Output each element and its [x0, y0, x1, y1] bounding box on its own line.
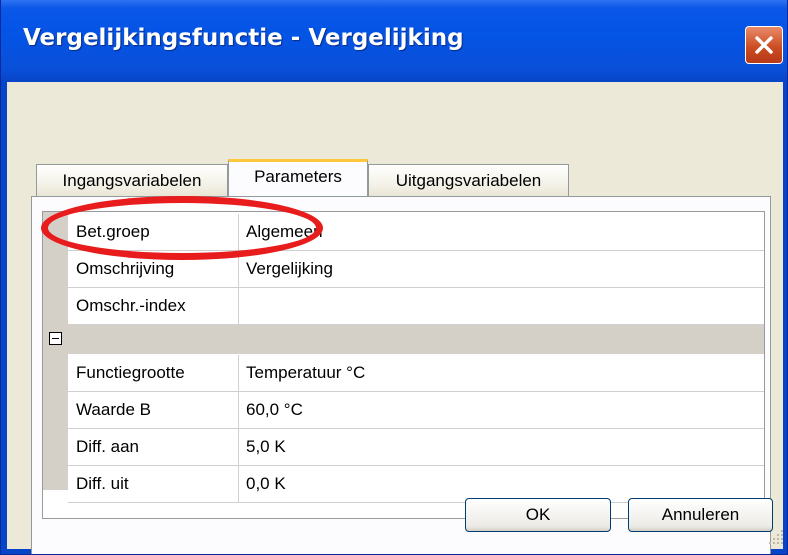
- dialog-body: Ingangsvariabelen Parameters Uitgangsvar…: [7, 82, 785, 554]
- cancel-button[interactable]: Annuleren: [628, 498, 773, 532]
- property-label: Functiegrootte: [68, 355, 239, 391]
- property-row-functiegrootte[interactable]: Functiegrootte Temperatuur °C: [68, 355, 764, 392]
- property-row-diff-aan[interactable]: Diff. aan 5,0 K: [68, 429, 764, 466]
- property-label: Omschr.-index: [68, 288, 239, 324]
- close-button[interactable]: [745, 26, 783, 64]
- property-label: Bet.groep: [68, 214, 239, 250]
- property-value[interactable]: 0,0 K: [246, 466, 286, 502]
- property-label: Diff. aan: [68, 429, 239, 465]
- title-bar[interactable]: Vergelijkingsfunctie - Vergelijking: [1, 0, 787, 82]
- close-x-icon: [755, 36, 773, 54]
- property-value[interactable]: Vergelijking: [246, 251, 333, 287]
- tab-uitgangsvariabelen[interactable]: Uitgangsvariabelen: [368, 164, 569, 196]
- property-value[interactable]: 60,0 °C: [246, 392, 303, 428]
- property-label: Omschrijving: [68, 251, 239, 287]
- property-row-bet-groep[interactable]: Bet.groep Algemeen: [68, 214, 764, 251]
- ok-button[interactable]: OK: [465, 498, 611, 532]
- tab-ingangsvariabelen[interactable]: Ingangsvariabelen: [36, 164, 228, 196]
- property-label: Diff. uit: [68, 466, 239, 502]
- category-row[interactable]: [43, 325, 764, 354]
- property-value[interactable]: 5,0 K: [246, 429, 286, 465]
- tab-parameters[interactable]: Parameters: [228, 159, 368, 196]
- collapse-minus-icon[interactable]: [49, 332, 62, 345]
- property-value[interactable]: Algemeen: [246, 214, 323, 250]
- property-row-omschrijving[interactable]: Omschrijving Vergelijking: [68, 251, 764, 288]
- property-row-omschr-index[interactable]: Omschr.-index: [68, 288, 764, 325]
- dialog-window: Vergelijkingsfunctie - Vergelijking Inga…: [0, 0, 788, 555]
- property-label: Waarde B: [68, 392, 239, 428]
- window-title: Vergelijkingsfunctie - Vergelijking: [23, 25, 464, 51]
- property-grid: Bet.groep Algemeen Omschrijving Vergelij…: [42, 211, 765, 519]
- resize-grip-icon[interactable]: [767, 528, 785, 546]
- property-row-waarde-b[interactable]: Waarde B 60,0 °C: [68, 392, 764, 429]
- property-value[interactable]: Temperatuur °C: [246, 355, 365, 391]
- window-border-right: [783, 82, 787, 554]
